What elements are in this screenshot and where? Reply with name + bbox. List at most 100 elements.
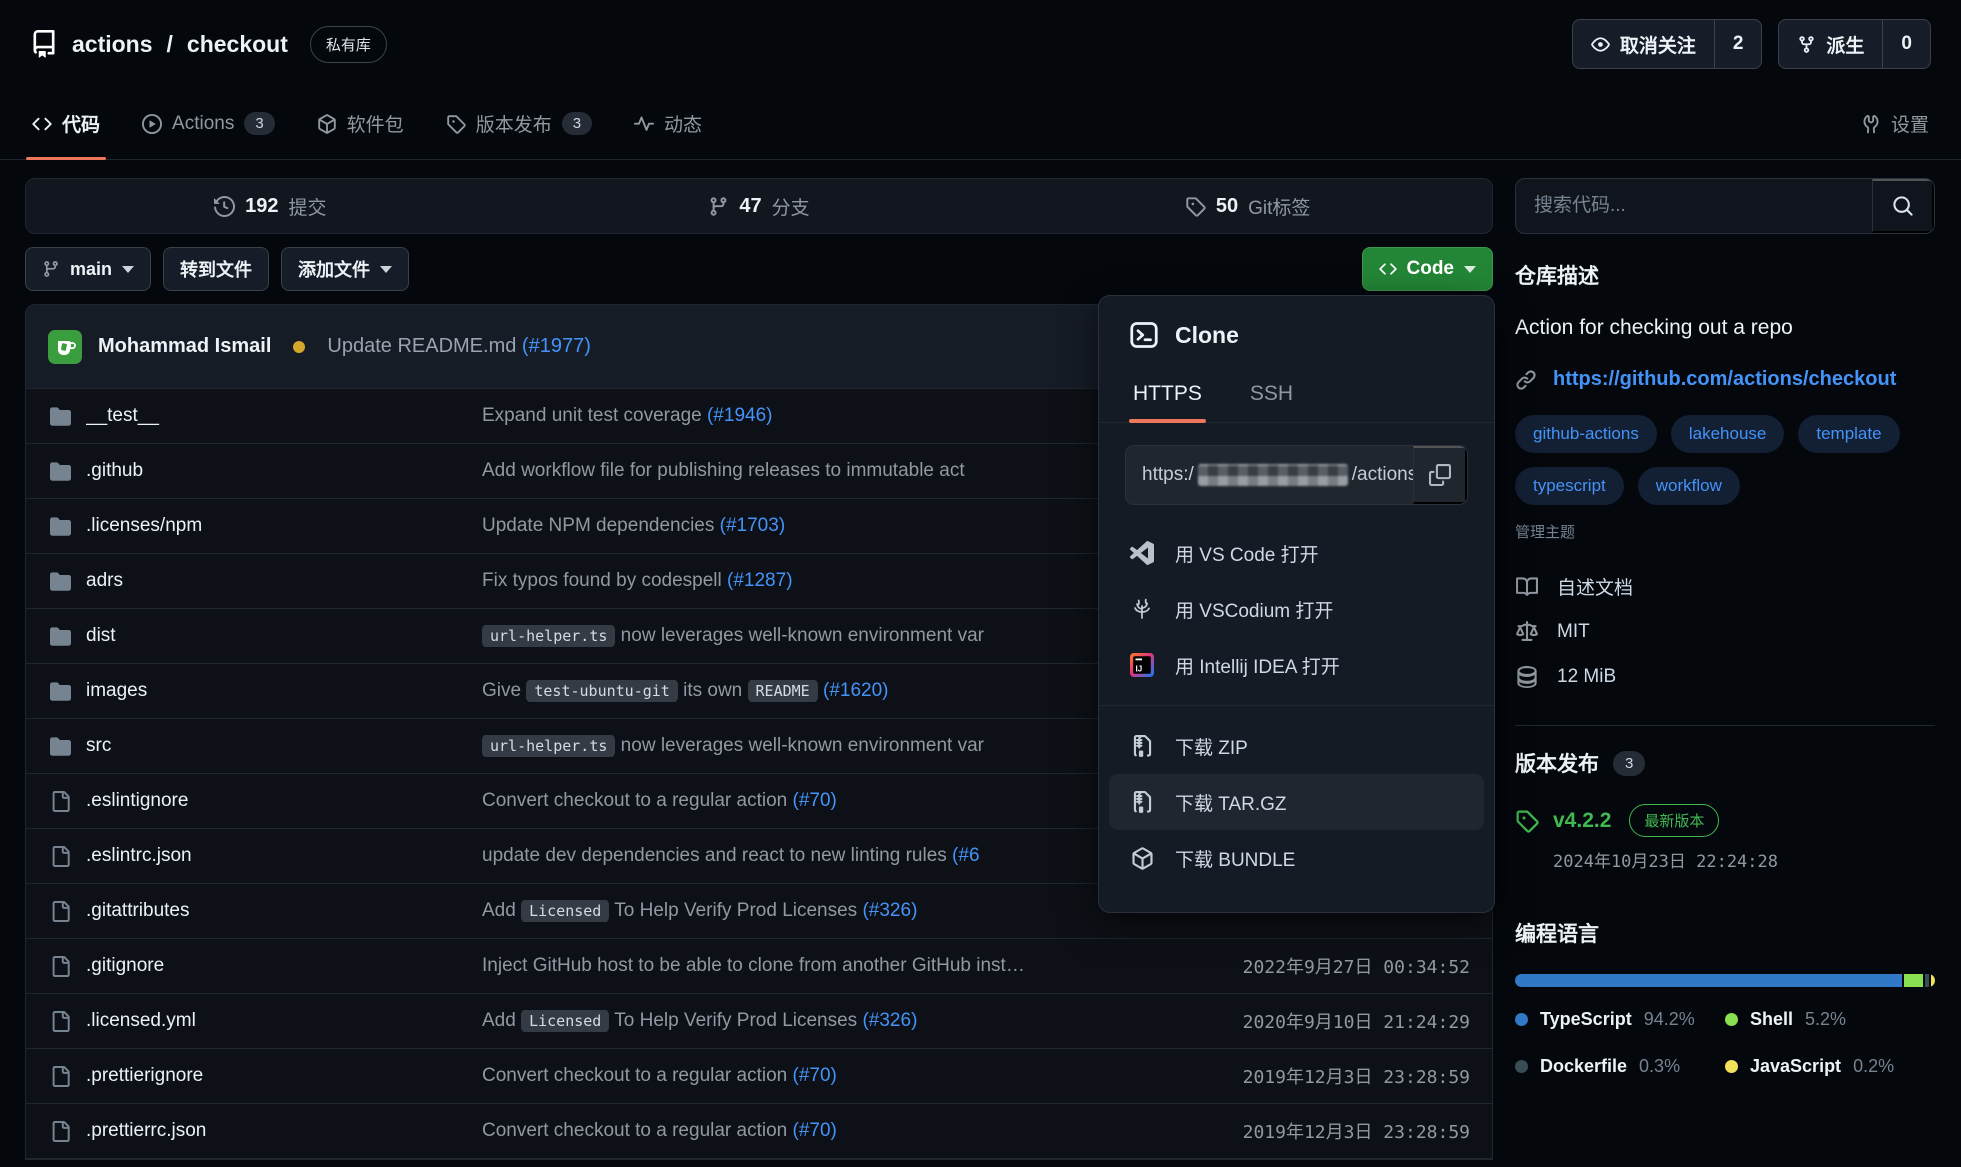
issue-link[interactable]: (#1287)	[727, 570, 793, 591]
branches-count: 47	[739, 195, 761, 218]
open-vscodium-item[interactable]: 用 VSCodium 打开	[1099, 581, 1494, 637]
issue-link[interactable]: (#70)	[793, 1065, 837, 1086]
topic-pill[interactable]: typescript	[1515, 467, 1624, 505]
commits-label: 提交	[289, 193, 327, 220]
repo-owner-link[interactable]: actions	[72, 31, 153, 58]
message-text: Give	[482, 680, 526, 701]
clone-url-row: https:/ /actions/ch	[1125, 445, 1468, 505]
message-text: To Help Verify Prod Licenses	[609, 900, 862, 921]
issue-link[interactable]: (#6	[952, 845, 979, 866]
file-icon	[48, 846, 72, 867]
topic-pill[interactable]: lakehouse	[1671, 415, 1785, 453]
message-text: Inject GitHub host to be able to clone f…	[482, 955, 1025, 976]
file-name-link[interactable]: .prettierignore	[86, 1065, 482, 1087]
open-vscode-item[interactable]: 用 VS Code 打开	[1099, 525, 1494, 581]
topic-pill[interactable]: workflow	[1638, 467, 1740, 505]
file-name-link[interactable]: .licensed.yml	[86, 1010, 482, 1032]
add-file-button[interactable]: 添加文件	[281, 247, 409, 291]
commit-message-link[interactable]: Update README.md (#1977)	[327, 335, 590, 358]
issue-link[interactable]: (#1946)	[707, 405, 773, 426]
file-name-link[interactable]: src	[86, 735, 482, 757]
readme-row[interactable]: 自述文档	[1515, 564, 1935, 609]
issue-link[interactable]: (#326)	[862, 1010, 917, 1031]
download-targz-item[interactable]: 下载 TAR.GZ	[1109, 774, 1484, 830]
branch-selector[interactable]: main	[25, 247, 151, 291]
fork-count[interactable]: 0	[1882, 20, 1930, 68]
commits-stat[interactable]: 192 提交	[26, 193, 515, 220]
language-name: TypeScript	[1540, 1009, 1632, 1030]
commit-message: Convert checkout to a regular action (#7…	[482, 790, 1184, 812]
topic-pill[interactable]: template	[1798, 415, 1899, 453]
manage-topics-link[interactable]: 管理主题	[1515, 521, 1935, 542]
fork-button[interactable]: 派生 0	[1778, 19, 1931, 69]
file-name-link[interactable]: dist	[86, 625, 482, 647]
website-link[interactable]: https://github.com/actions/checkout	[1553, 368, 1896, 391]
file-name-link[interactable]: __test__	[86, 405, 482, 427]
issue-link[interactable]: (#326)	[862, 900, 917, 921]
topic-pill[interactable]: github-actions	[1515, 415, 1657, 453]
file-name-link[interactable]: .github	[86, 460, 482, 482]
tab-ssh[interactable]: SSH	[1248, 372, 1295, 422]
file-name-link[interactable]: .prettierrc.json	[86, 1120, 482, 1142]
tag-icon	[1515, 809, 1539, 833]
commit-issue-link[interactable]: (#1977)	[522, 335, 591, 357]
file-name-link[interactable]: .eslintignore	[86, 790, 482, 812]
file-name-link[interactable]: .gitignore	[86, 955, 482, 977]
repo-name-link[interactable]: checkout	[187, 31, 288, 58]
clone-url-input[interactable]: https:/ /actions/ch	[1126, 446, 1413, 504]
branches-stat[interactable]: 47 分支	[515, 193, 1004, 220]
tab-https[interactable]: HTTPS	[1131, 372, 1204, 422]
language-legend-item[interactable]: TypeScript94.2%	[1515, 1009, 1725, 1030]
language-legend-item[interactable]: Shell5.2%	[1725, 1009, 1935, 1030]
commit-message: Fix typos found by codespell (#1287)	[482, 570, 1184, 592]
unwatch-label: 取消关注	[1620, 31, 1696, 58]
language-name: Shell	[1750, 1009, 1793, 1030]
language-legend-item[interactable]: JavaScript0.2%	[1725, 1056, 1935, 1077]
open-intellij-item[interactable]: IJ 用 Intellij IDEA 打开	[1099, 637, 1494, 693]
tags-stat[interactable]: 50 Git标签	[1003, 193, 1492, 220]
issue-link[interactable]: (#70)	[793, 1120, 837, 1141]
search-button[interactable]	[1872, 179, 1934, 233]
tab-activity[interactable]: 动态	[634, 88, 702, 159]
open-vscodium-label: 用 VSCodium 打开	[1175, 596, 1333, 623]
copy-icon	[1429, 464, 1451, 486]
code-dropdown-button[interactable]: Code	[1362, 247, 1494, 291]
license-row[interactable]: MIT	[1515, 609, 1935, 654]
tab-releases[interactable]: 版本发布 3	[446, 88, 592, 159]
commit-author-link[interactable]: Mohammad Ismail	[98, 335, 271, 358]
visibility-badge: 私有库	[310, 26, 387, 63]
tab-code[interactable]: 代码	[32, 88, 100, 159]
releases-title[interactable]: 版本发布	[1515, 748, 1599, 778]
language-color-dot	[1725, 1060, 1738, 1073]
issue-link[interactable]: (#1620)	[823, 680, 889, 701]
issue-link[interactable]: (#1703)	[720, 515, 786, 536]
release-tag-link[interactable]: v4.2.2	[1553, 809, 1611, 833]
tab-settings[interactable]: 设置	[1861, 88, 1929, 159]
search-input[interactable]	[1516, 179, 1872, 233]
file-name-link[interactable]: .gitattributes	[86, 900, 482, 922]
watch-count[interactable]: 2	[1714, 20, 1762, 68]
language-legend-item[interactable]: Dockerfile0.3%	[1515, 1056, 1725, 1077]
file-name-link[interactable]: images	[86, 680, 482, 702]
file-name-link[interactable]: adrs	[86, 570, 482, 592]
folder-icon	[48, 461, 72, 482]
database-icon	[1515, 666, 1539, 688]
language-bar-segment	[1515, 974, 1902, 987]
unwatch-button[interactable]: 取消关注 2	[1572, 19, 1763, 69]
file-icon	[48, 1121, 72, 1142]
language-name: Dockerfile	[1540, 1056, 1627, 1077]
tab-packages[interactable]: 软件包	[317, 88, 404, 159]
wrench-icon	[1861, 114, 1881, 134]
tab-actions[interactable]: Actions 3	[142, 88, 275, 159]
download-bundle-item[interactable]: 下载 BUNDLE	[1099, 830, 1494, 886]
copy-url-button[interactable]	[1413, 446, 1467, 504]
goto-file-button[interactable]: 转到文件	[163, 247, 269, 291]
repo-description: Action for checking out a repo	[1515, 314, 1935, 342]
file-name-link[interactable]: .eslintrc.json	[86, 845, 482, 867]
pulse-icon	[634, 114, 654, 134]
download-zip-item[interactable]: 下载 ZIP	[1099, 718, 1494, 774]
issue-link[interactable]: (#70)	[793, 790, 837, 811]
open-vscode-label: 用 VS Code 打开	[1175, 540, 1319, 567]
file-name-link[interactable]: .licenses/npm	[86, 515, 482, 537]
avatar[interactable]	[48, 330, 82, 364]
